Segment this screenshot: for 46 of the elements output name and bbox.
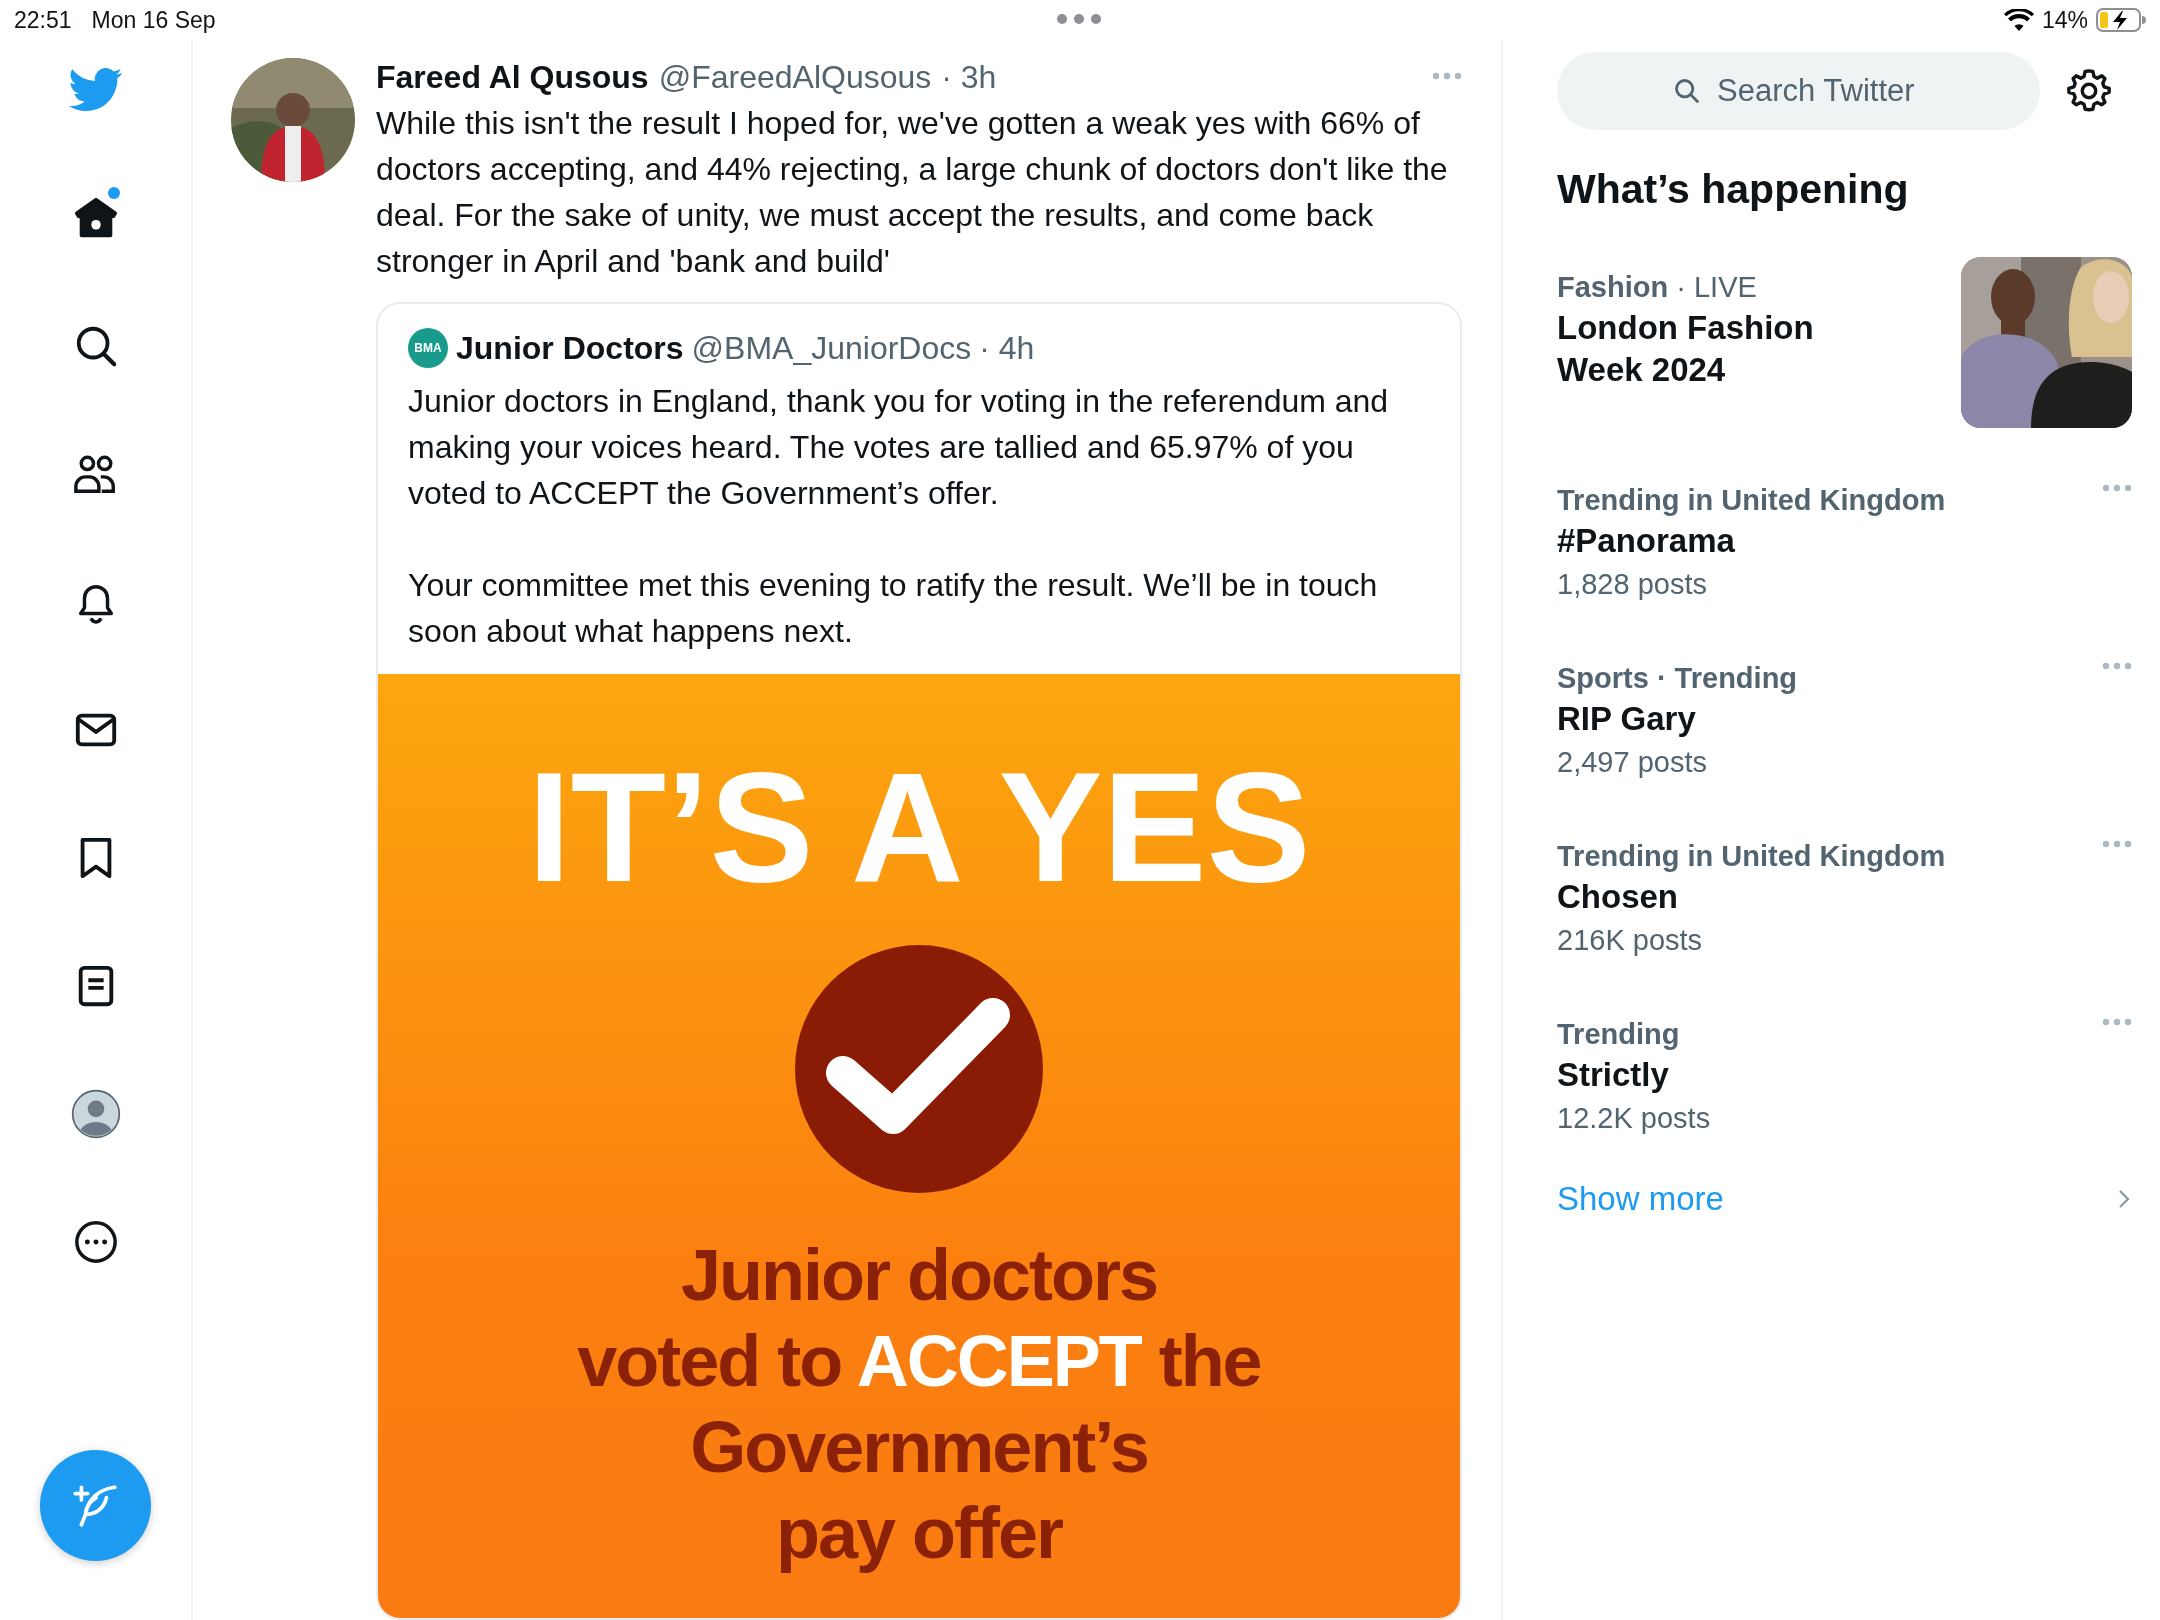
image-caption: Government’s <box>690 1406 1148 1490</box>
trend-context: Sports · Trending <box>1557 661 1798 696</box>
status-time: 22:51 <box>14 6 72 34</box>
search-field[interactable]: Search Twitter <box>1557 52 2040 130</box>
tweet-text: While this isn't the result I hoped for, we've gotten a weak yes with 66% of doctors accepting, and 44% rejecting, a large chunk of doctors don't like the deal. For the sake of unity, we must accept the results, and come back stronger in April and 'bank and build' <box>376 104 1449 282</box>
status-date: Mon 16 Sep <box>91 6 216 34</box>
image-caption: voted to ACCEPT the <box>577 1320 1261 1404</box>
trend-title[interactable]: #Panorama <box>1557 520 1735 562</box>
quoted-text: Your committee met this evening to ratify the result. We’ll be in touch soon about what happens next. <box>407 566 1379 652</box>
tweet-time: · 3h <box>941 58 997 96</box>
trend-context: Fashion · LIVE <box>1557 270 1757 305</box>
search-icon <box>1673 77 1701 105</box>
settings-icon[interactable] <box>2066 68 2112 114</box>
post-count: 2,497 posts <box>1557 745 1707 780</box>
post-count: 1,828 posts <box>1557 567 1707 602</box>
quoted-tweet[interactable] <box>376 302 1462 1620</box>
tweet-image[interactable]: IT’S A YES Junior doctors voted to ACCEPT the Government’s pay offer <box>378 674 1460 1618</box>
wifi-icon <box>2003 9 2034 31</box>
quoted-text: Junior doctors in England, thank you for voting in the referendum and making your voices heard. The votes are tallied and 65.97% of you voted to ACCEPT the Government’s offer. <box>407 382 1390 514</box>
post-count: 12.2K posts <box>1557 1101 1711 1136</box>
image-headline: IT’S A YES <box>527 749 1311 906</box>
trend-context: Trending <box>1557 1017 1680 1052</box>
author-name[interactable]: Junior Doctors <box>456 329 684 367</box>
trend-title[interactable]: London Fashion Week 2024 <box>1557 307 1857 391</box>
trend-title[interactable]: RIP Gary <box>1557 698 1696 740</box>
bird-icon[interactable] <box>68 67 123 113</box>
tweet-time: · 4h <box>979 329 1035 367</box>
trend-context: Trending in United Kingdom <box>1557 483 1946 518</box>
image-caption: Junior doctors <box>680 1234 1157 1318</box>
trend-title[interactable]: Strictly <box>1557 1054 1669 1096</box>
author-name[interactable]: Fareed Al Qusous <box>376 58 649 96</box>
section-title: What’s happening <box>1557 166 1910 213</box>
trend-title[interactable]: Chosen <box>1557 876 1678 918</box>
battery-icon <box>2096 8 2146 32</box>
more-icon[interactable] <box>72 1219 119 1265</box>
avatar-icon[interactable] <box>70 1089 121 1139</box>
author-handle[interactable]: @BMA_JuniorDocs <box>691 329 972 367</box>
image-caption: pay offer <box>775 1492 1063 1576</box>
trend-context: Trending in United Kingdom <box>1557 839 1946 874</box>
battery-percent: 14% <box>2041 6 2088 34</box>
compose-button[interactable] <box>40 1450 151 1561</box>
check-icon <box>795 945 1043 1194</box>
author-handle[interactable]: @FareedAlQusous <box>658 58 932 96</box>
account-logo: BMA <box>408 328 448 369</box>
multitask-dots-icon[interactable] <box>1056 13 1102 25</box>
post-count: 216K posts <box>1557 923 1703 958</box>
